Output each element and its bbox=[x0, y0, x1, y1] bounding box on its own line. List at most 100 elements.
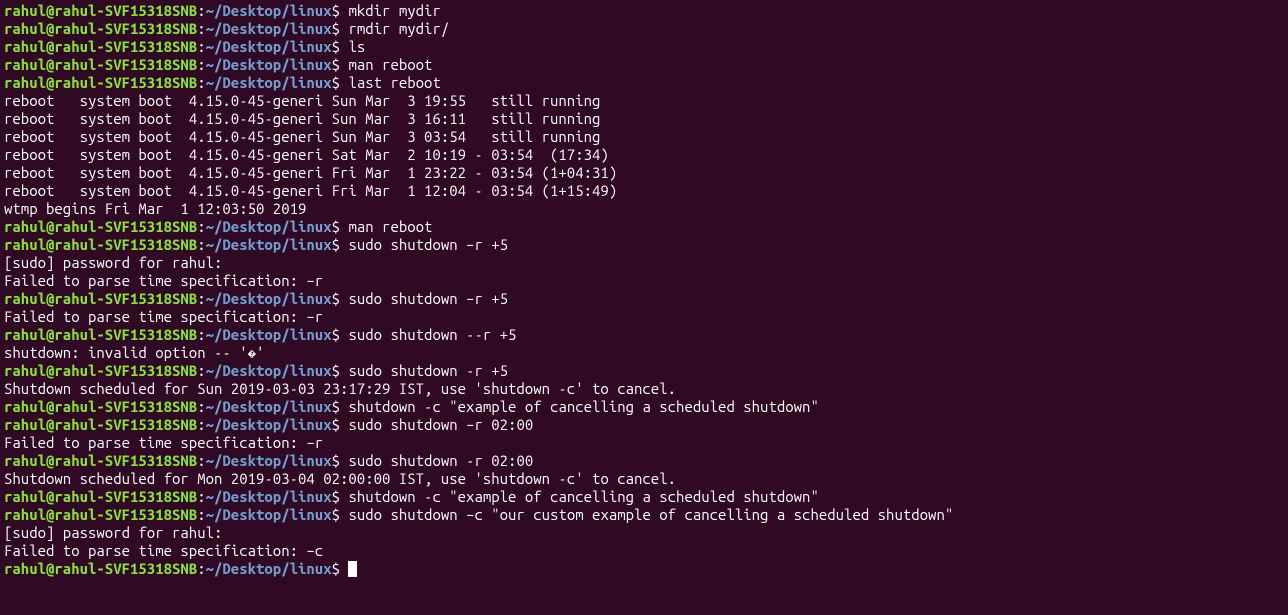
command-text: man reboot bbox=[348, 56, 432, 73]
prompt-line: rahul@rahul-SVF15318SNB:~/Desktop/linux$… bbox=[4, 326, 1284, 344]
prompt-colon: : bbox=[197, 362, 205, 379]
prompt-dollar: $ bbox=[332, 218, 349, 235]
output-line: shutdown: invalid option -- '�' bbox=[4, 344, 1284, 362]
output-text: [sudo] password for rahul: bbox=[4, 524, 231, 541]
prompt-line: rahul@rahul-SVF15318SNB:~/Desktop/linux$… bbox=[4, 416, 1284, 434]
command-text: rmdir mydir/ bbox=[348, 20, 449, 37]
current-path: ~/Desktop/linux bbox=[206, 452, 332, 469]
output-text: reboot system boot 4.15.0-45-generi Sun … bbox=[4, 128, 600, 145]
current-path: ~/Desktop/linux bbox=[206, 362, 332, 379]
output-line: wtmp begins Fri Mar 1 12:03:50 2019 bbox=[4, 200, 1284, 218]
current-path: ~/Desktop/linux bbox=[206, 326, 332, 343]
prompt-dollar: $ bbox=[332, 452, 349, 469]
prompt-colon: : bbox=[197, 488, 205, 505]
output-line: reboot system boot 4.15.0-45-generi Fri … bbox=[4, 164, 1284, 182]
prompt-colon: : bbox=[197, 38, 205, 55]
prompt-dollar: $ bbox=[332, 236, 349, 253]
prompt-dollar: $ bbox=[332, 74, 349, 91]
command-text: sudo shutdown -r +5 bbox=[348, 362, 508, 379]
current-path: ~/Desktop/linux bbox=[206, 488, 332, 505]
current-path: ~/Desktop/linux bbox=[206, 2, 332, 19]
user-host: rahul@rahul-SVF15318SNB bbox=[4, 236, 197, 253]
prompt-dollar: $ bbox=[332, 398, 349, 415]
current-path: ~/Desktop/linux bbox=[206, 20, 332, 37]
prompt-colon: : bbox=[197, 560, 205, 577]
user-host: rahul@rahul-SVF15318SNB bbox=[4, 488, 197, 505]
prompt-line: rahul@rahul-SVF15318SNB:~/Desktop/linux$… bbox=[4, 20, 1284, 38]
user-host: rahul@rahul-SVF15318SNB bbox=[4, 38, 197, 55]
prompt-line: rahul@rahul-SVF15318SNB:~/Desktop/linux$… bbox=[4, 362, 1284, 380]
current-path: ~/Desktop/linux bbox=[206, 236, 332, 253]
prompt-dollar: $ bbox=[332, 290, 349, 307]
output-text: Shutdown scheduled for Sun 2019-03-03 23… bbox=[4, 380, 676, 397]
user-host: rahul@rahul-SVF15318SNB bbox=[4, 20, 197, 37]
prompt-line: rahul@rahul-SVF15318SNB:~/Desktop/linux$ bbox=[4, 560, 1284, 578]
prompt-line: rahul@rahul-SVF15318SNB:~/Desktop/linux$… bbox=[4, 2, 1284, 20]
prompt-dollar: $ bbox=[332, 560, 349, 577]
command-text: man reboot bbox=[348, 218, 432, 235]
prompt-line: rahul@rahul-SVF15318SNB:~/Desktop/linux$… bbox=[4, 74, 1284, 92]
output-line: Failed to parse time specification: –r bbox=[4, 308, 1284, 326]
prompt-line: rahul@rahul-SVF15318SNB:~/Desktop/linux$… bbox=[4, 488, 1284, 506]
current-path: ~/Desktop/linux bbox=[206, 290, 332, 307]
prompt-colon: : bbox=[197, 218, 205, 235]
prompt-dollar: $ bbox=[332, 56, 349, 73]
prompt-dollar: $ bbox=[332, 326, 349, 343]
prompt-dollar: $ bbox=[332, 38, 349, 55]
prompt-colon: : bbox=[197, 56, 205, 73]
output-text: Shutdown scheduled for Mon 2019-03-04 02… bbox=[4, 470, 676, 487]
output-line: reboot system boot 4.15.0-45-generi Sat … bbox=[4, 146, 1284, 164]
cursor[interactable] bbox=[348, 561, 357, 577]
current-path: ~/Desktop/linux bbox=[206, 398, 332, 415]
output-text: Failed to parse time specification: –c bbox=[4, 542, 323, 559]
output-text: wtmp begins Fri Mar 1 12:03:50 2019 bbox=[4, 200, 306, 217]
user-host: rahul@rahul-SVF15318SNB bbox=[4, 506, 197, 523]
output-text: reboot system boot 4.15.0-45-generi Sun … bbox=[4, 92, 600, 109]
output-line: [sudo] password for rahul: bbox=[4, 254, 1284, 272]
prompt-line: rahul@rahul-SVF15318SNB:~/Desktop/linux$… bbox=[4, 506, 1284, 524]
command-text: sudo shutdown –c "our custom example of … bbox=[348, 506, 953, 523]
prompt-colon: : bbox=[197, 506, 205, 523]
command-text: shutdown -c "example of cancelling a sch… bbox=[348, 488, 818, 505]
current-path: ~/Desktop/linux bbox=[206, 560, 332, 577]
current-path: ~/Desktop/linux bbox=[206, 416, 332, 433]
command-text: sudo shutdown –r +5 bbox=[348, 290, 508, 307]
output-text: [sudo] password for rahul: bbox=[4, 254, 231, 271]
prompt-line: rahul@rahul-SVF15318SNB:~/Desktop/linux$… bbox=[4, 38, 1284, 56]
output-line: [sudo] password for rahul: bbox=[4, 524, 1284, 542]
user-host: rahul@rahul-SVF15318SNB bbox=[4, 416, 197, 433]
command-text: sudo shutdown –r 02:00 bbox=[348, 416, 533, 433]
prompt-line: rahul@rahul-SVF15318SNB:~/Desktop/linux$… bbox=[4, 290, 1284, 308]
user-host: rahul@rahul-SVF15318SNB bbox=[4, 560, 197, 577]
command-text: sudo shutdown -r 02:00 bbox=[348, 452, 533, 469]
command-text: shutdown -c "example of cancelling a sch… bbox=[348, 398, 818, 415]
output-text: reboot system boot 4.15.0-45-generi Sat … bbox=[4, 146, 609, 163]
prompt-dollar: $ bbox=[332, 2, 349, 19]
prompt-line: rahul@rahul-SVF15318SNB:~/Desktop/linux$… bbox=[4, 218, 1284, 236]
output-line: reboot system boot 4.15.0-45-generi Sun … bbox=[4, 128, 1284, 146]
output-text: Failed to parse time specification: –r bbox=[4, 434, 323, 451]
user-host: rahul@rahul-SVF15318SNB bbox=[4, 56, 197, 73]
prompt-dollar: $ bbox=[332, 416, 349, 433]
user-host: rahul@rahul-SVF15318SNB bbox=[4, 74, 197, 91]
prompt-colon: : bbox=[197, 20, 205, 37]
current-path: ~/Desktop/linux bbox=[206, 74, 332, 91]
output-line: reboot system boot 4.15.0-45-generi Sun … bbox=[4, 110, 1284, 128]
prompt-dollar: $ bbox=[332, 488, 349, 505]
command-text: mkdir mydir bbox=[348, 2, 440, 19]
prompt-dollar: $ bbox=[332, 20, 349, 37]
output-line: Shutdown scheduled for Mon 2019-03-04 02… bbox=[4, 470, 1284, 488]
prompt-colon: : bbox=[197, 74, 205, 91]
user-host: rahul@rahul-SVF15318SNB bbox=[4, 362, 197, 379]
output-line: reboot system boot 4.15.0-45-generi Fri … bbox=[4, 182, 1284, 200]
output-text: reboot system boot 4.15.0-45-generi Sun … bbox=[4, 110, 600, 127]
output-text: reboot system boot 4.15.0-45-generi Fri … bbox=[4, 164, 617, 181]
output-line: Failed to parse time specification: –r bbox=[4, 272, 1284, 290]
prompt-colon: : bbox=[197, 326, 205, 343]
terminal-output[interactable]: rahul@rahul-SVF15318SNB:~/Desktop/linux$… bbox=[4, 2, 1284, 578]
current-path: ~/Desktop/linux bbox=[206, 56, 332, 73]
prompt-colon: : bbox=[197, 236, 205, 253]
prompt-colon: : bbox=[197, 398, 205, 415]
user-host: rahul@rahul-SVF15318SNB bbox=[4, 398, 197, 415]
command-text: ls bbox=[348, 38, 365, 55]
